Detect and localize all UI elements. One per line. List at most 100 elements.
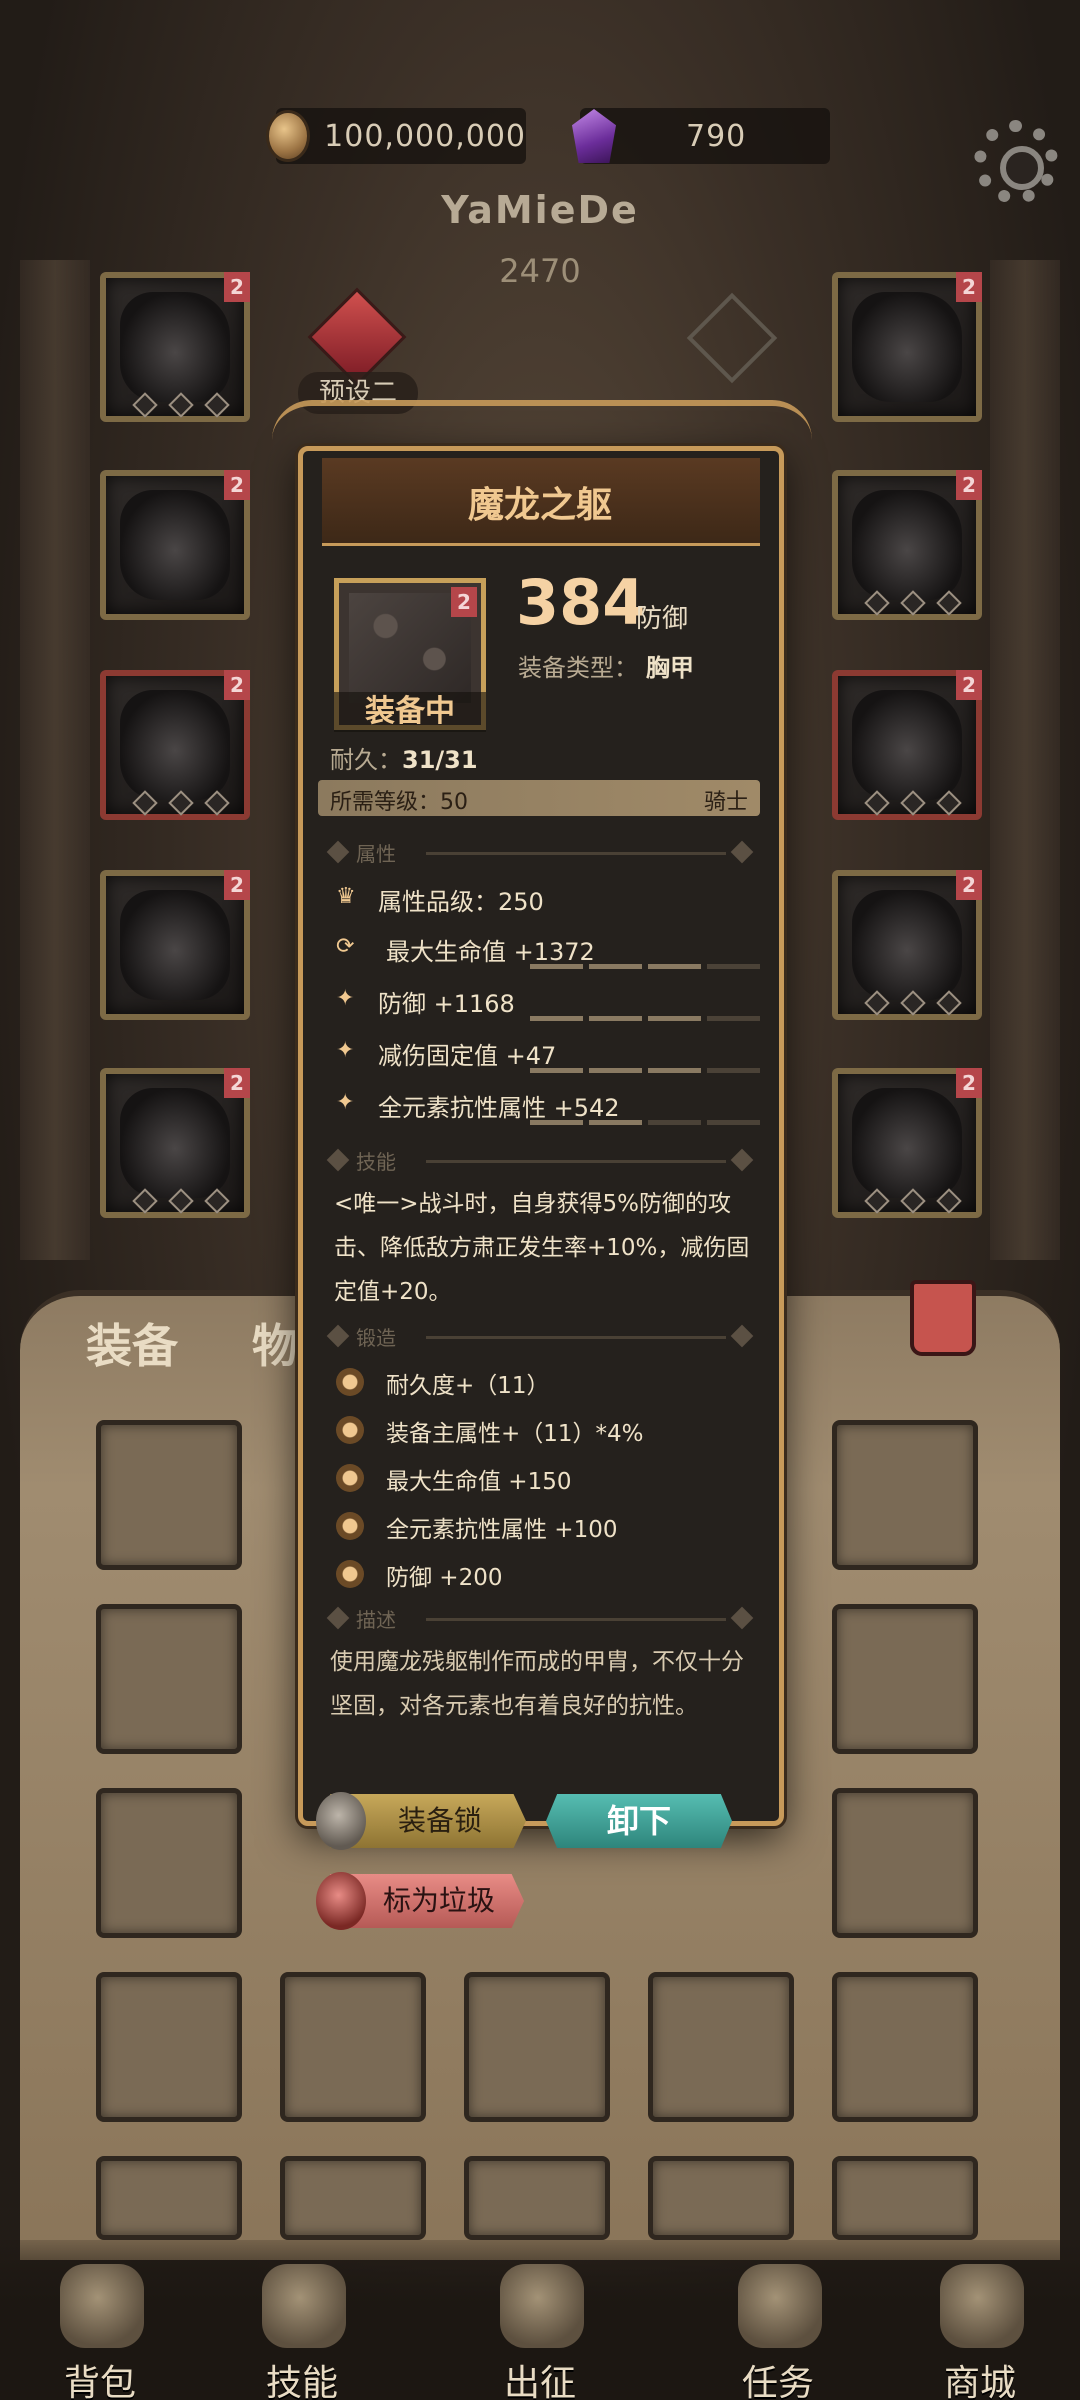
backpack-icon — [60, 2264, 144, 2348]
section-description: 描述 — [326, 1604, 754, 1634]
forge-row: 防御 +200 — [336, 1554, 756, 1594]
trash-bin-icon[interactable] — [910, 1280, 976, 1356]
bag-slot[interactable] — [648, 1972, 794, 2122]
equip-slot-shield[interactable]: 2 — [832, 1068, 982, 1218]
nav-quests[interactable]: 任务 — [698, 2256, 858, 2400]
nav-label: 任务 — [741, 2363, 814, 2400]
socket-gems — [864, 790, 962, 816]
equip-slot-ring[interactable]: 2 — [832, 670, 982, 820]
forge-row: 最大生命值 +150 — [336, 1458, 756, 1498]
bag-slot[interactable] — [832, 1972, 978, 2122]
durability: 耐久：31/31 — [330, 740, 478, 775]
equip-slot-weapon[interactable]: 2 — [832, 870, 982, 1020]
attr-max-hp: ⟳ 最大生命值 +1372 — [330, 930, 760, 970]
sparkle-icon: ✦ — [336, 986, 355, 1011]
equip-slot-helmet[interactable]: 2 — [100, 272, 250, 422]
gem-counter: 790 — [572, 108, 830, 164]
socket-gems — [864, 590, 962, 616]
section-forge: 锻造 — [326, 1322, 754, 1352]
weapon-art-icon — [852, 890, 962, 1000]
bag-slot[interactable] — [96, 2156, 242, 2240]
tab-equipment[interactable]: 装备 — [86, 1310, 178, 1376]
bag-slot[interactable] — [464, 1972, 610, 2122]
bag-slot[interactable] — [464, 2156, 610, 2240]
item-type-value: 胸甲 — [646, 654, 694, 682]
forge-dot-icon — [336, 1464, 364, 1492]
gold-coin-icon — [266, 110, 311, 162]
equip-slot-legs[interactable]: 2 — [100, 870, 250, 1020]
skill-book-icon — [262, 2264, 346, 2348]
bag-slot[interactable] — [280, 1972, 426, 2122]
slot-badge: 2 — [956, 1068, 982, 1098]
bag-slot[interactable] — [832, 1420, 978, 1570]
item-main-value: 384 — [516, 566, 646, 639]
helmet-art-icon — [120, 292, 230, 402]
gold-counter: 100,000,000 — [266, 108, 526, 164]
nav-label: 商城 — [943, 2363, 1016, 2400]
nav-label: 出征 — [503, 2363, 576, 2400]
forge-row: 全元素抗性属性 +100 — [336, 1506, 756, 1546]
player-name: YaMieDe — [441, 188, 639, 232]
attr-damage-reduction: ✦ 减伤固定值 +47 — [330, 1034, 760, 1074]
nav-label: 技能 — [265, 2363, 338, 2400]
section-skill: 技能 — [326, 1146, 754, 1176]
shield-art-icon — [852, 1088, 962, 1198]
slot-badge: 2 — [956, 670, 982, 700]
durability-label: 耐久： — [330, 746, 402, 774]
sparkle-icon: ✦ — [336, 1090, 355, 1115]
slot-badge: 2 — [956, 272, 982, 302]
forge-row: 装备主属性+（11）*4% — [336, 1410, 756, 1450]
item-tier-badge: 2 — [451, 587, 477, 617]
equip-slot-boots[interactable]: 2 — [100, 1068, 250, 1218]
bag-slot[interactable] — [280, 2156, 426, 2240]
forge-dot-icon — [336, 1368, 364, 1396]
item-description: 使用魔龙残躯制作而成的甲胄，不仅十分坚固，对各元素也有着良好的抗性。 — [330, 1649, 744, 1719]
equip-slot-necklace[interactable]: 2 — [832, 272, 982, 422]
bag-slot[interactable] — [96, 1972, 242, 2122]
bag-slot[interactable] — [832, 2156, 978, 2240]
gloves-art-icon — [120, 690, 230, 800]
level-requirement-bar: 所需等级：50 骑士 — [318, 780, 760, 816]
nav-backpack[interactable]: 背包 — [20, 2256, 180, 2400]
item-type-label: 装备类型： — [518, 654, 638, 682]
section-attributes: 属性 — [326, 838, 754, 868]
lock-icon — [316, 1792, 366, 1850]
legs-art-icon — [120, 890, 230, 1000]
attr-defense: ✦ 防御 +1168 — [330, 982, 760, 1022]
item-main-unit: 防御 — [636, 604, 689, 634]
refresh-icon: ⟳ — [336, 934, 355, 959]
left-pillar-decoration — [20, 260, 90, 1260]
equip-slot-gloves[interactable]: 2 — [100, 670, 250, 820]
slot-badge: 2 — [224, 670, 250, 700]
bag-slot[interactable] — [96, 1604, 242, 1754]
slot-badge: 2 — [224, 1068, 250, 1098]
level-requirement: 所需等级：50 — [330, 790, 468, 815]
unequip-button[interactable]: 卸下 — [546, 1794, 732, 1848]
socket-gems — [132, 790, 230, 816]
nav-skills[interactable]: 技能 — [222, 2256, 382, 2400]
nav-battle[interactable]: 出征 — [460, 2256, 620, 2400]
necklace-art-icon — [852, 292, 962, 402]
class-requirement: 骑士 — [703, 790, 748, 815]
bag-slot[interactable] — [96, 1420, 242, 1570]
bag-slot[interactable] — [648, 2156, 794, 2240]
nav-label: 背包 — [63, 2363, 136, 2400]
ring-art-icon — [852, 690, 962, 800]
lock-label: 装备锁 — [397, 1804, 482, 1837]
bag-slot[interactable] — [832, 1788, 978, 1938]
sparkle-icon: ✦ — [336, 1038, 355, 1063]
scroll-icon — [738, 2264, 822, 2348]
forge-row: 耐久度+（11） — [336, 1362, 756, 1402]
nav-shop[interactable]: 商城 — [900, 2256, 1060, 2400]
bag-slot[interactable] — [832, 1604, 978, 1754]
quality-crown-icon: ♛ — [336, 884, 356, 909]
trash-icon — [316, 1872, 366, 1930]
junk-label: 标为垃圾 — [382, 1884, 495, 1917]
equipped-status: 装备中 — [334, 692, 486, 732]
socket-gems — [864, 990, 962, 1016]
bag-slot[interactable] — [96, 1788, 242, 1938]
right-pillar-decoration — [990, 260, 1060, 1260]
slot-badge: 2 — [224, 272, 250, 302]
shop-icon — [940, 2264, 1024, 2348]
boots-art-icon — [120, 1088, 230, 1198]
